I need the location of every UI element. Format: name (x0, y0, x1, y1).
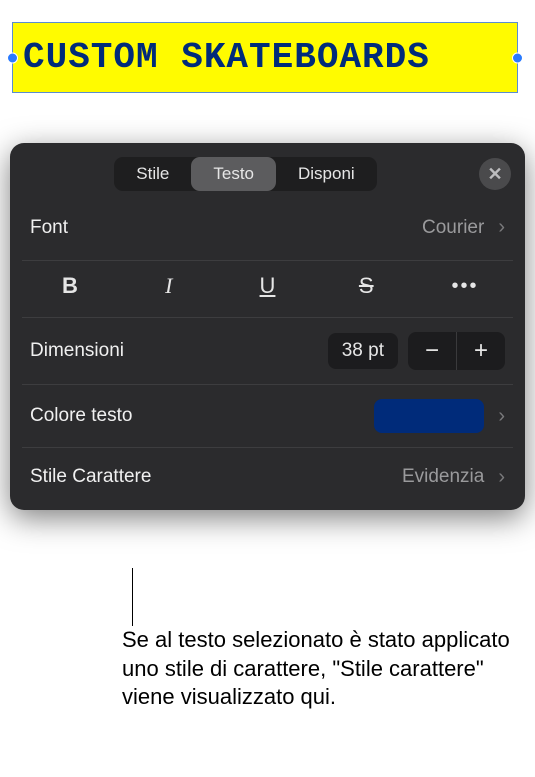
strikethrough-button[interactable]: S (326, 265, 406, 307)
inspector-tabs: Stile Testo Disponi (114, 157, 376, 191)
close-icon: ✕ (487, 164, 502, 185)
tab-text[interactable]: Testo (191, 157, 276, 191)
color-swatch[interactable] (374, 399, 484, 433)
font-label: Font (30, 217, 68, 239)
underline-button[interactable]: U (228, 265, 308, 307)
character-style-value: Evidenzia (402, 466, 484, 488)
italic-button[interactable]: I (129, 265, 209, 307)
font-row[interactable]: Font Courier › (22, 203, 513, 261)
selection-handle-left[interactable] (7, 52, 18, 63)
bold-button[interactable]: B (30, 265, 110, 307)
character-style-label: Stile Carattere (30, 466, 151, 488)
close-button[interactable]: ✕ (479, 158, 511, 190)
size-decrease-button[interactable]: − (408, 332, 456, 370)
sample-text[interactable]: CUSTOM SKATEBOARDS (23, 37, 430, 78)
more-styles-button[interactable]: ••• (425, 265, 505, 307)
character-style-row[interactable]: Stile Carattere Evidenzia › (22, 448, 513, 506)
callout-text: Se al testo selezionato è stato applicat… (122, 626, 512, 712)
underline-icon: U (260, 273, 276, 299)
text-color-label: Colore testo (30, 405, 132, 427)
size-field[interactable]: 38 pt (328, 333, 398, 369)
chevron-right-icon: › (498, 405, 505, 428)
chevron-right-icon: › (498, 216, 505, 239)
text-style-toolbar: B I U S ••• (22, 261, 513, 318)
text-color-row[interactable]: Colore testo › (22, 385, 513, 448)
size-row: Dimensioni 38 pt − + (22, 318, 513, 385)
selected-text-box[interactable]: CUSTOM SKATEBOARDS (12, 22, 518, 93)
format-inspector-panel: Stile Testo Disponi ✕ Font Courier › B I… (10, 143, 525, 510)
strikethrough-icon: S (359, 273, 374, 299)
tab-arrange[interactable]: Disponi (276, 157, 377, 191)
tab-style[interactable]: Stile (114, 157, 191, 191)
selection-handle-right[interactable] (512, 52, 523, 63)
chevron-right-icon: › (498, 466, 505, 489)
canvas-area: CUSTOM SKATEBOARDS (0, 0, 535, 143)
size-label: Dimensioni (30, 340, 124, 362)
callout-leader-line (132, 568, 133, 626)
font-value: Courier (422, 217, 484, 239)
size-increase-button[interactable]: + (457, 332, 505, 370)
size-stepper: − + (408, 332, 505, 370)
